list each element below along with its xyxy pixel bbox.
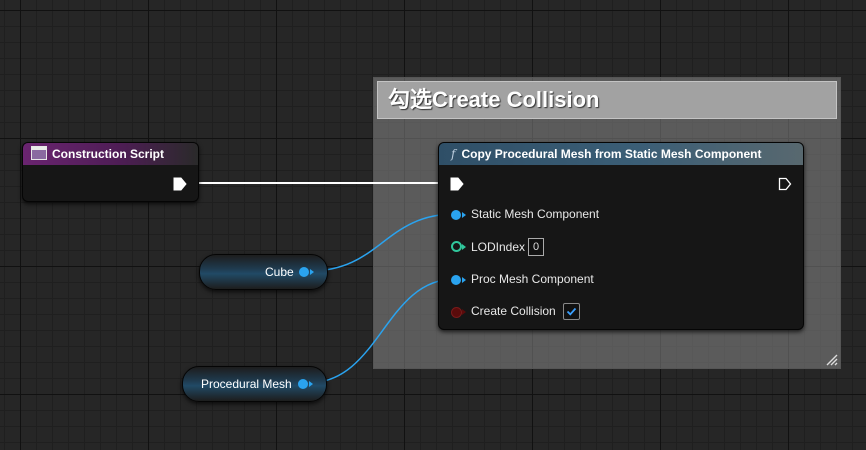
construction-script-title: Construction Script (52, 147, 165, 161)
construction-script-icon (31, 146, 47, 160)
lod-index-input[interactable]: 0 (528, 238, 544, 256)
create-collision-checkbox[interactable] (563, 303, 580, 320)
procedural-mesh-output-pin[interactable] (298, 379, 308, 389)
static-mesh-component-pin-arrow-icon (462, 212, 466, 218)
static-mesh-component-pin[interactable] (451, 210, 461, 220)
exec-output-pin-icon[interactable] (173, 177, 187, 191)
lod-index-pin[interactable] (451, 241, 462, 252)
procedural-mesh-variable-label: Procedural Mesh (201, 377, 292, 391)
cube-wire (309, 213, 456, 272)
cube-variable-node[interactable]: Cube (199, 254, 328, 290)
proc-mesh-component-pin[interactable] (451, 275, 461, 285)
lod-index-pin-arrow-icon (462, 244, 466, 250)
procedural-mesh-output-pin-arrow-icon (309, 381, 313, 387)
cube-variable-label: Cube (265, 265, 294, 279)
static-mesh-component-label: Static Mesh Component (471, 207, 600, 221)
cube-output-pin[interactable] (299, 267, 309, 277)
function-icon: f (451, 147, 456, 161)
proc-mesh-component-label: Proc Mesh Component (471, 272, 594, 286)
exec-input-pin-icon[interactable] (450, 177, 464, 191)
exec-output-pin-icon[interactable] (778, 177, 792, 191)
create-collision-pin-arrow-icon (462, 309, 466, 315)
procedural-mesh-wire (307, 278, 456, 384)
function-node-header[interactable]: f Copy Procedural Mesh from Static Mesh C… (439, 143, 803, 165)
cube-output-pin-arrow-icon (310, 269, 314, 275)
create-collision-label: Create Collision (471, 304, 556, 318)
create-collision-pin[interactable] (451, 307, 462, 318)
lod-index-label: LODIndex (471, 240, 526, 254)
copy-procedural-mesh-function-node[interactable]: f Copy Procedural Mesh from Static Mesh C… (438, 142, 804, 330)
construction-script-node[interactable]: Construction Script (22, 142, 199, 202)
checkmark-icon (566, 307, 577, 316)
function-node-title: Copy Procedural Mesh from Static Mesh Co… (461, 147, 762, 161)
proc-mesh-component-pin-arrow-icon (462, 277, 466, 283)
construction-script-header[interactable]: Construction Script (23, 143, 198, 165)
procedural-mesh-variable-node[interactable]: Procedural Mesh (182, 366, 327, 402)
